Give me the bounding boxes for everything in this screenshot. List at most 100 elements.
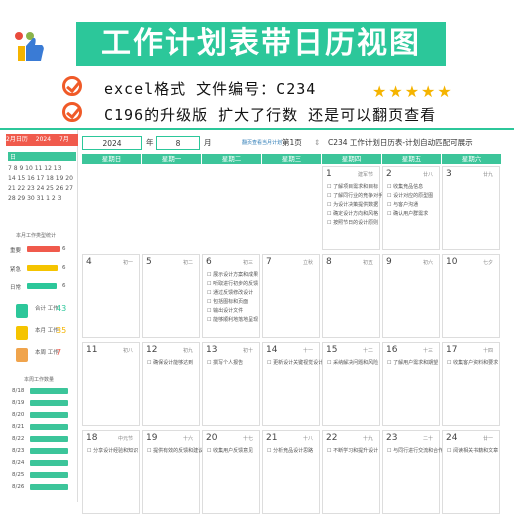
day-number: 2	[386, 169, 392, 179]
day-cell[interactable]: 21 十八 ☐ 分析竞品设计思路	[262, 430, 320, 514]
task-item[interactable]: ☐ 采纳解决问题和风险	[327, 359, 378, 366]
task-item[interactable]: ☐ 为设计决策提供数据	[327, 201, 378, 208]
left-panel: 2月日历 2024 7月 日 7 8 9 10 11 12 13 14 15 1…	[0, 130, 78, 502]
task-item[interactable]: ☐ 收集用户反馈意见	[207, 447, 253, 454]
day-cell[interactable]: 17 十四 ☐ 收集客户资料和要求	[442, 342, 500, 426]
day-cell[interactable]: 9 初六	[382, 254, 440, 338]
task-item[interactable]: ☐ 分享设计经验和知识	[87, 447, 138, 454]
task-item[interactable]: ☐ 设计对应的原型图	[387, 192, 433, 199]
weekday-header: 星期日 星期一 星期二 星期三 星期四 星期五 星期六	[82, 154, 502, 164]
task-item[interactable]: ☐ 了解项目需求和目标	[327, 183, 378, 190]
day-cell[interactable]: 16 十三 ☐ 了解用户需求和期望	[382, 342, 440, 426]
day-cell[interactable]: 22 十九 ☐ 不断学习和提升设计	[322, 430, 380, 514]
month-input[interactable]: 8	[156, 136, 200, 150]
day-cell[interactable]: 13 初十 ☐ 撰写个人报告	[202, 342, 260, 426]
lunar-date: 建军节	[357, 172, 373, 178]
task-item[interactable]: ☐ 确定设计方向和风格	[327, 210, 378, 217]
weekday-0: 星期日	[82, 154, 142, 164]
task-item[interactable]: ☐ 与客户沟通	[387, 201, 418, 208]
lunar-date: 十一	[302, 348, 313, 354]
task-item[interactable]: ☐ 撰写个人报告	[207, 359, 243, 366]
weekly-bar	[30, 460, 68, 466]
page-spinner-icon[interactable]: ⇕	[314, 136, 320, 150]
day-cell[interactable]: 23 二十 ☐ 与同行进行交流和合作	[382, 430, 443, 514]
summary-icon	[16, 326, 28, 340]
day-cell[interactable]: 19 十六 ☐ 提供有效的反馈和建议	[142, 430, 203, 514]
day-cell[interactable]: 1 建军节 ☐ 了解项目需求和目标 ☐ 了解同行业的竞争对手 ☐ 为设计决策提供数据 ☐ …	[322, 166, 383, 250]
day-cell[interactable]: 6 初三 ☐ 展示设计方案和成果 ☐ 听取进行初步的反馈 ☐ 通过反馈修改设计 ☐ 包括图…	[202, 254, 260, 338]
day-cell[interactable]: 14 十一 ☐ 更新设计关键视觉设计	[262, 342, 323, 426]
weekday-4: 星期四	[322, 154, 382, 164]
day-cell[interactable]: 5 初二	[142, 254, 200, 338]
stat-bar	[27, 246, 60, 252]
page-link[interactable]: 翻页查看当月计划	[242, 136, 282, 150]
badge-month: 7月	[58, 136, 69, 143]
task-item[interactable]: ☐ 收集竞品信息	[387, 183, 423, 190]
task-item[interactable]: ☐ 能够顺利地落地呈现	[207, 316, 258, 323]
month-badge: 2月日历 2024 7月	[6, 134, 78, 146]
day-cell[interactable]: 7 立秋	[262, 254, 320, 338]
badge-year: 2024	[35, 136, 52, 143]
day-number: 18	[86, 433, 98, 443]
day-number: 23	[386, 433, 398, 443]
day-cell[interactable]: 10 七夕	[442, 254, 500, 338]
lunar-date: 十四	[482, 348, 493, 354]
task-item[interactable]: ☐ 不断学习和提升设计	[327, 447, 378, 454]
task-item[interactable]: ☐ 确保设计能够达到	[147, 359, 193, 366]
day-number: 9	[386, 257, 392, 267]
weekly-bar	[30, 484, 68, 490]
stat-value: 6	[62, 246, 66, 252]
day-cell[interactable]: 8 初五	[322, 254, 380, 338]
day-cell[interactable]: 2 廿八 ☐ 收集竞品信息 ☐ 设计对应的原型图 ☐ 与客户沟通 ☐ 确认用户群需求	[382, 166, 440, 250]
lunar-date: 中元节	[117, 436, 133, 442]
day-cell[interactable]: 20 十七 ☐ 收集用户反馈意见	[202, 430, 260, 514]
mini-row: 21 22 23 24 25 26 27	[8, 185, 73, 192]
lunar-date: 十三	[422, 348, 433, 354]
task-item[interactable]: ☐ 与同行进行交流和合作	[387, 447, 443, 454]
weekly-bar	[30, 448, 68, 454]
lunar-date: 十七	[242, 436, 253, 442]
task-item[interactable]: ☐ 通过反馈修改设计	[207, 289, 253, 296]
task-item[interactable]: ☐ 按照节日的设计原则	[327, 219, 378, 226]
lunar-date: 廿八	[422, 172, 433, 178]
task-item[interactable]: ☐ 收集客户资料和要求	[447, 359, 498, 366]
day-number: 16	[386, 345, 398, 355]
weekly-date: 8/23	[12, 448, 25, 454]
task-item[interactable]: ☐ 更新设计关键视觉设计	[267, 359, 323, 366]
summary-icon	[16, 304, 28, 318]
task-item[interactable]: ☐ 展示设计方案和成果	[207, 271, 258, 278]
task-item[interactable]: ☐ 确认用户群需求	[387, 210, 428, 217]
day-cell[interactable]: 3 廿九	[442, 166, 500, 250]
day-cell[interactable]: 4 初一	[82, 254, 140, 338]
day-number: 3	[446, 169, 452, 179]
weekly-date: 8/18	[12, 388, 25, 394]
day-cell[interactable]: 11 初八	[82, 342, 140, 426]
task-item[interactable]: ☐ 提供有效的反馈和建议	[147, 447, 203, 454]
day-cell[interactable]: 12 初九 ☐ 确保设计能够达到	[142, 342, 200, 426]
mini-row: 14 15 16 17 18 19 20	[8, 175, 73, 182]
task-item[interactable]: ☐ 听取进行初步的反馈	[207, 280, 258, 287]
weekly-bar	[30, 424, 68, 430]
task-item[interactable]: ☐ 输出设计文件	[207, 307, 243, 314]
stat-bar	[27, 283, 57, 289]
day-cell[interactable]: 15 十二 ☐ 采纳解决问题和风险	[322, 342, 380, 426]
year-input[interactable]: 2024	[82, 136, 142, 150]
weekly-date: 8/20	[12, 412, 25, 418]
year-label: 年	[146, 138, 154, 147]
day-cell[interactable]: 18 中元节 ☐ 分享设计经验和知识	[82, 430, 140, 514]
day-number: 14	[266, 345, 278, 355]
task-item[interactable]: ☐ 了解同行业的竞争对手	[327, 192, 383, 199]
weekly-title: 本周工作数量	[24, 377, 55, 383]
weekly-bar	[30, 436, 68, 442]
document-title: C234 工作计划日历表-计划自动匹配可展示	[328, 138, 473, 147]
lunar-date: 初八	[122, 348, 133, 354]
lunar-date: 廿一	[482, 436, 493, 442]
mini-calendar-rows: 7 8 9 10 11 12 13 14 15 16 17 18 19 20 2…	[8, 164, 76, 204]
task-item[interactable]: ☐ 分析竞品设计思路	[267, 447, 313, 454]
weekday-6: 星期六	[442, 154, 502, 164]
day-cell[interactable]: 24 廿一 ☐ 阅读相关书籍和文章	[442, 430, 500, 514]
task-item[interactable]: ☐ 包括图标和页面	[207, 298, 248, 305]
stat-label: 紧急	[10, 267, 22, 273]
task-item[interactable]: ☐ 了解用户需求和期望	[387, 359, 438, 366]
task-item[interactable]: ☐ 阅读相关书籍和文章	[447, 447, 498, 454]
